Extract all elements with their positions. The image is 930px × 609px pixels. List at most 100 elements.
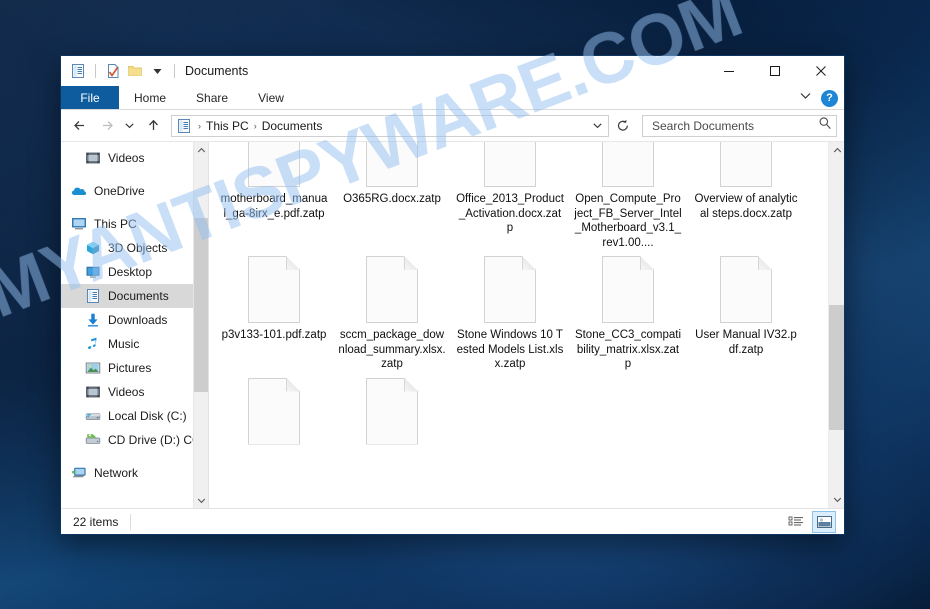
chevron-down-icon[interactable] [588, 120, 606, 131]
status-bar: 22 items [61, 508, 844, 534]
sidebar-item-network[interactable]: Network [61, 461, 208, 485]
blank-file-icon[interactable] [366, 142, 418, 187]
recent-locations-button[interactable] [120, 114, 139, 138]
tab-file[interactable]: File [61, 86, 119, 109]
sidebar-item-desktop[interactable]: Desktop [61, 260, 208, 284]
blank-file-icon[interactable] [366, 256, 418, 323]
sidebar-item-label: 3D Objects [108, 241, 168, 255]
maximize-button[interactable] [752, 56, 798, 86]
tab-view[interactable]: View [243, 86, 299, 109]
ribbon-tabs: File Home Share View ? [61, 86, 844, 110]
desktop-background: Documents File Home Share View ? › This … [0, 0, 930, 609]
large-icons-view-button[interactable] [812, 511, 836, 533]
local-disk-icon [85, 408, 101, 424]
file-item[interactable] [333, 372, 451, 450]
refresh-button[interactable] [612, 115, 634, 137]
new-folder-icon[interactable] [126, 62, 144, 80]
properties-icon[interactable] [104, 62, 122, 80]
sidebar-item-pictures[interactable]: Pictures [61, 356, 208, 380]
tab-share[interactable]: Share [181, 86, 243, 109]
forward-button[interactable] [94, 114, 118, 138]
sidebar-scroll-track[interactable] [193, 158, 208, 492]
documents-folder-icon [176, 118, 192, 134]
file-item[interactable]: p3v133-101.pdf.zatp [215, 250, 333, 372]
blank-file-icon[interactable] [602, 142, 654, 187]
sidebar-item-downloads[interactable]: Downloads [61, 308, 208, 332]
blank-file-icon[interactable] [484, 256, 536, 323]
file-item[interactable] [215, 372, 333, 450]
3d-objects-icon [85, 240, 101, 256]
back-button[interactable] [68, 114, 92, 138]
sidebar-scroll-thumb[interactable] [193, 218, 208, 392]
sidebar-item-3d-objects[interactable]: 3D Objects [61, 236, 208, 260]
sidebar-item-label: OneDrive [94, 184, 145, 198]
file-name-label: Open_Compute_Project_FB_Server_Intel_Mot… [574, 193, 682, 249]
pictures-icon [85, 360, 101, 376]
blank-file-icon[interactable] [484, 142, 536, 187]
sidebar-item-onedrive[interactable]: OneDrive [61, 179, 208, 203]
sidebar-item-local-disk-c[interactable]: Local Disk (C:) [61, 404, 208, 428]
file-item[interactable]: motherboard_manual_ga-8irx_e.pdf.zatp [215, 142, 333, 250]
search-icon[interactable] [818, 116, 832, 135]
file-scroll-thumb[interactable] [829, 305, 844, 430]
sidebar-scrollbar[interactable] [193, 142, 208, 508]
file-item[interactable]: Open_Compute_Project_FB_Server_Intel_Mot… [569, 142, 687, 250]
customize-qat-icon[interactable] [148, 62, 166, 80]
file-name-label: Overview of analytical steps.docx.zatp [694, 193, 798, 220]
breadcrumb-documents[interactable]: Documents [259, 119, 326, 133]
sidebar-item-videos[interactable]: Videos [61, 146, 208, 170]
window-body: Videos OneDrive This PC 3D Objects Desktop Do… [61, 142, 844, 508]
search-input[interactable] [650, 117, 818, 134]
blank-file-icon[interactable] [720, 256, 772, 323]
file-item[interactable]: Overview of analytical steps.docx.zatp [687, 142, 805, 250]
breadcrumb-this-pc[interactable]: This PC [203, 119, 252, 133]
blank-file-icon[interactable] [248, 142, 300, 187]
search-box[interactable] [642, 114, 837, 137]
music-icon [85, 336, 101, 352]
sidebar-item-label: Videos [108, 151, 145, 165]
address-bar: › This PC › Documents [61, 110, 844, 142]
sidebar-scroll-down-icon[interactable] [194, 492, 209, 508]
up-button[interactable] [141, 114, 165, 138]
videos-icon [85, 150, 101, 166]
nav-group-gap [61, 452, 208, 461]
sidebar-scroll-up-icon[interactable] [194, 142, 209, 158]
expand-ribbon-icon[interactable] [799, 89, 812, 107]
file-item[interactable]: Stone_CC3_compatibility_matrix.xlsx.zatp [569, 250, 687, 372]
file-pane-scrollbar[interactable] [828, 142, 844, 508]
file-item[interactable]: Office_2013_Product_Activation.docx.zatp [451, 142, 569, 250]
view-buttons [784, 509, 836, 535]
documents-properties-icon[interactable] [69, 62, 87, 80]
blank-file-icon[interactable] [366, 377, 418, 445]
help-icon[interactable]: ? [821, 89, 838, 107]
window-title: Documents [185, 64, 249, 78]
file-item[interactable]: O365RG.docx.zatp [333, 142, 451, 250]
sidebar-item-this-pc[interactable]: This PC [61, 212, 208, 236]
breadcrumb-separator-1[interactable]: › [252, 121, 259, 131]
file-item[interactable]: sccm_package_download_summary.xlsx.zatp [333, 250, 451, 372]
sidebar-item-videos[interactable]: Videos [61, 380, 208, 404]
file-list-pane[interactable]: motherboard_manual_ga-8irx_e.pdf.zatp O36… [209, 142, 844, 508]
close-button[interactable] [798, 56, 844, 86]
tab-home[interactable]: Home [119, 86, 181, 109]
breadcrumb-bar[interactable]: › This PC › Documents [171, 114, 609, 137]
sidebar-item-label: Documents [108, 289, 169, 303]
blank-file-icon[interactable] [248, 256, 300, 323]
blank-file-icon[interactable] [602, 256, 654, 323]
minimize-button[interactable] [706, 56, 752, 86]
file-item[interactable]: Stone Windows 10 Tested Models List.xlsx… [451, 250, 569, 372]
sidebar-item-cd-drive-d-cc[interactable]: CD Drive (D:) CC [61, 428, 208, 452]
sidebar-item-music[interactable]: Music [61, 332, 208, 356]
breadcrumb-separator-0[interactable]: › [196, 121, 203, 131]
details-view-button[interactable] [784, 511, 808, 533]
navigation-list: Videos OneDrive This PC 3D Objects Desktop Do… [61, 146, 208, 485]
file-item[interactable]: User Manual IV32.pdf.zatp [687, 250, 805, 372]
file-scroll-up-icon[interactable] [829, 142, 844, 159]
file-scroll-down-icon[interactable] [829, 491, 844, 508]
blank-file-icon[interactable] [248, 377, 300, 445]
onedrive-icon [71, 183, 87, 199]
file-name-label: motherboard_manual_ga-8irx_e.pdf.zatp [220, 193, 328, 220]
sidebar-item-documents[interactable]: Documents [61, 284, 208, 308]
desktop-icon [85, 264, 101, 280]
blank-file-icon[interactable] [720, 142, 772, 187]
